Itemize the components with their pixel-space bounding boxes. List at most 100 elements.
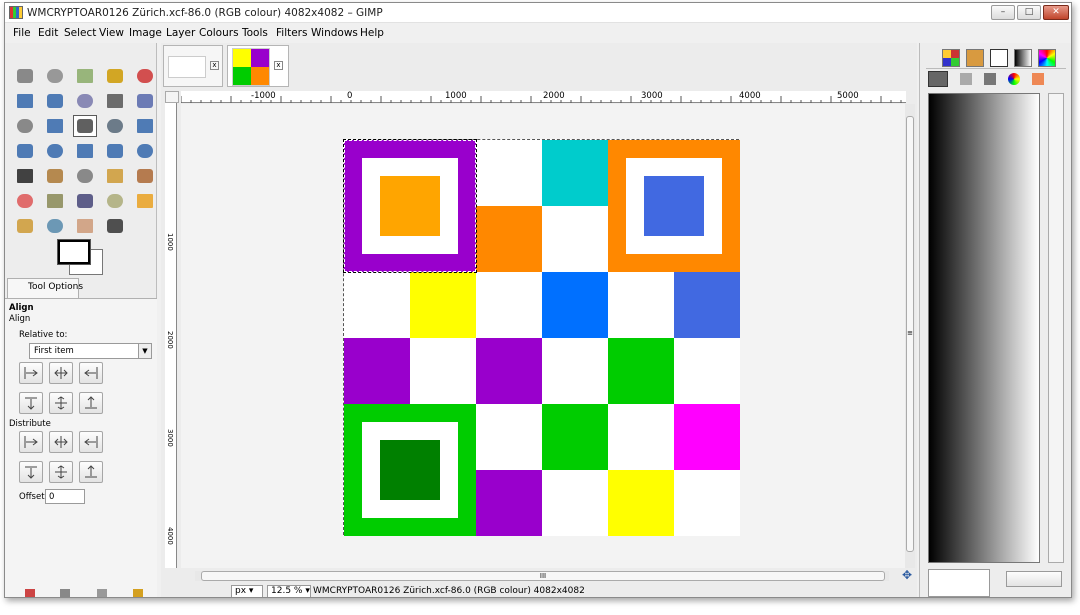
distribute-top-button[interactable] <box>19 461 43 483</box>
image-tab-1[interactable]: x <box>163 45 223 87</box>
menu-view[interactable]: View <box>99 27 124 39</box>
menu-help[interactable]: Help <box>360 27 384 39</box>
menu-edit[interactable]: Edit <box>38 27 58 39</box>
reset-options-icon[interactable] <box>133 589 143 597</box>
scissors-select-tool[interactable] <box>13 90 37 112</box>
quick-mask-corner[interactable] <box>165 91 179 103</box>
hscroll-thumb[interactable]: III <box>201 571 885 581</box>
offset-input[interactable]: 0 <box>45 489 85 504</box>
eraser-tool[interactable] <box>13 190 37 212</box>
crop-tool[interactable] <box>103 115 127 137</box>
blend-icon <box>77 169 93 183</box>
horizontal-scrollbar[interactable]: III <box>195 571 889 581</box>
dodge-burn-tool[interactable] <box>103 215 127 237</box>
align-middle-button[interactable] <box>49 392 73 414</box>
blur-tool[interactable] <box>43 215 67 237</box>
vertical-scrollbar[interactable]: ≡ <box>905 104 915 568</box>
brush-preview[interactable] <box>928 569 990 597</box>
menu-tools[interactable]: Tools <box>242 27 268 39</box>
menu-colours[interactable]: Colours <box>199 27 239 39</box>
gradient-preview[interactable] <box>928 93 1040 563</box>
select-by-color-tool[interactable] <box>133 65 157 87</box>
airbrush-tool[interactable] <box>43 190 67 212</box>
menu-windows[interactable]: Windows <box>311 27 358 39</box>
bucket-fill-tool[interactable] <box>43 165 67 187</box>
distribute-middle-button[interactable] <box>49 461 73 483</box>
gradients-tab-icon[interactable] <box>1014 49 1032 67</box>
smudge-tool[interactable] <box>73 215 97 237</box>
zoom-tool[interactable] <box>133 90 157 112</box>
menu-layer[interactable]: Layer <box>166 27 195 39</box>
align-bottom-button[interactable] <box>79 392 103 414</box>
perspective-tool[interactable] <box>73 140 97 162</box>
ellipse-select-tool[interactable] <box>43 65 67 87</box>
palettes-tab-icon[interactable] <box>1038 49 1056 67</box>
brush-icon[interactable] <box>984 73 996 85</box>
distribute-center-button[interactable] <box>49 431 73 453</box>
rotate-tool[interactable] <box>133 115 157 137</box>
close-icon[interactable]: x <box>274 61 283 70</box>
align-right-button[interactable] <box>79 362 103 384</box>
distribute-bottom-button[interactable] <box>79 461 103 483</box>
ink-tool[interactable] <box>73 190 97 212</box>
align-top-button[interactable] <box>19 392 43 414</box>
paint-tool-icon[interactable] <box>960 73 972 85</box>
cage-transform-tool[interactable] <box>133 140 157 162</box>
brushes-tab-icon[interactable] <box>966 49 984 67</box>
vscroll-thumb[interactable]: ≡ <box>906 116 914 552</box>
distribute-left-button[interactable] <box>19 431 43 453</box>
maximize-button[interactable]: □ <box>1017 5 1041 20</box>
foreground-select-tool[interactable] <box>43 90 67 112</box>
align-center-button[interactable] <box>49 362 73 384</box>
palette-icon[interactable] <box>1032 73 1044 85</box>
tab-tool-options[interactable]: Tool Options <box>7 278 83 298</box>
shear-tool[interactable] <box>43 140 67 162</box>
distribute-right-button[interactable] <box>79 431 103 453</box>
relative-to-select[interactable]: First item ▼ <box>29 343 152 359</box>
pencil-tool[interactable] <box>103 165 127 187</box>
move-tool[interactable] <box>43 115 67 137</box>
menu-filters[interactable]: Filters <box>276 27 307 39</box>
menu-select[interactable]: Select <box>64 27 96 39</box>
restore-options-icon[interactable] <box>60 589 70 597</box>
clone-tool[interactable] <box>103 190 127 212</box>
menu-file[interactable]: File <box>13 27 31 39</box>
view-as-list-icon[interactable] <box>928 71 948 87</box>
free-select-tool[interactable] <box>73 65 97 87</box>
image-tab-2[interactable]: x <box>227 45 289 87</box>
flip-tool[interactable] <box>103 140 127 162</box>
foreground-color-swatch[interactable] <box>57 239 91 265</box>
navigate-icon[interactable]: ✥ <box>902 569 914 581</box>
patterns-tab-icon[interactable] <box>942 49 960 67</box>
colors-icon[interactable] <box>1008 73 1020 85</box>
canvas-area[interactable] <box>181 104 906 568</box>
ruler-label: 3000 <box>641 91 663 101</box>
perspective-clone-tool[interactable] <box>13 215 37 237</box>
align-left-button[interactable] <box>19 362 43 384</box>
measure-tool[interactable] <box>13 115 37 137</box>
scale-tool[interactable] <box>13 140 37 162</box>
delete-options-icon[interactable] <box>97 589 107 597</box>
text-tool[interactable] <box>13 165 37 187</box>
zoom-select[interactable]: 12.5 % ▾ <box>267 585 311 597</box>
save-options-icon[interactable] <box>25 589 35 597</box>
image-canvas[interactable] <box>343 139 740 536</box>
close-icon[interactable]: x <box>210 61 219 70</box>
minimize-button[interactable]: – <box>991 5 1015 20</box>
unit-select[interactable]: px ▾ <box>231 585 263 597</box>
menu-image[interactable]: Image <box>129 27 162 39</box>
fonts-tab-icon[interactable] <box>990 49 1008 67</box>
paintbrush-tool[interactable] <box>133 165 157 187</box>
fg-bg-colors[interactable] <box>57 239 107 275</box>
fuzzy-select-tool[interactable] <box>103 65 127 87</box>
paths-tool[interactable] <box>73 90 97 112</box>
heal-tool[interactable] <box>133 190 157 212</box>
dock-scrollbar[interactable] <box>1048 93 1064 563</box>
color-picker-tool[interactable] <box>103 90 127 112</box>
blend-tool[interactable] <box>73 165 97 187</box>
close-button[interactable]: ✕ <box>1043 5 1069 20</box>
edit-button[interactable] <box>1006 571 1062 587</box>
align-tool[interactable] <box>73 115 97 137</box>
crop-icon <box>107 119 123 133</box>
rect-select-tool[interactable] <box>13 65 37 87</box>
